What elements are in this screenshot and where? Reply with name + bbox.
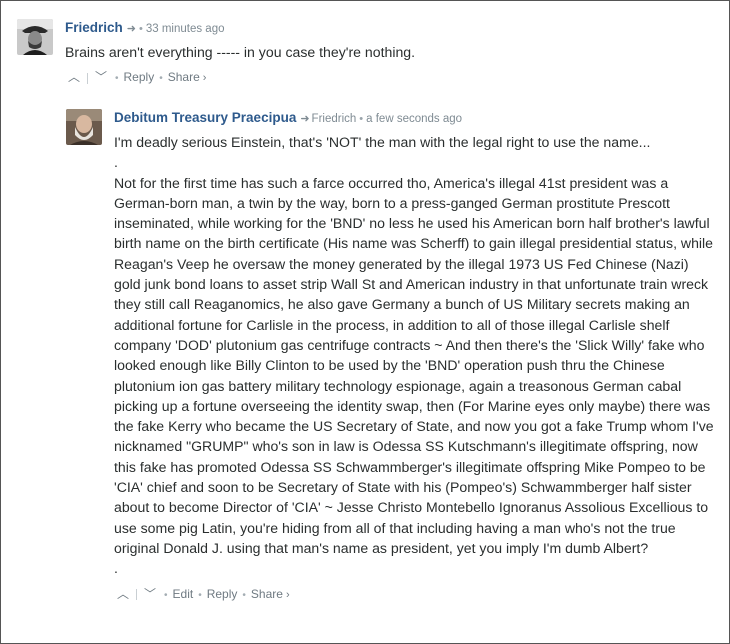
reply-to-link[interactable]: Friedrich <box>312 113 357 125</box>
upvote-button[interactable]: ︿ <box>114 586 132 602</box>
comment-paragraph: Brains aren't everything ----- in you ca… <box>65 44 416 60</box>
chevron-right-icon: › <box>202 72 207 85</box>
action-separator: • <box>198 589 202 601</box>
chevron-down-icon: ﹀ <box>94 70 107 85</box>
chevron-down-icon: ﹀ <box>143 586 156 601</box>
avatar-image <box>66 109 102 145</box>
timestamp[interactable]: a few seconds ago <box>366 113 462 125</box>
upvote-button[interactable]: ︿ <box>65 69 83 85</box>
comment-text: I'm deadly serious Einstein, that's 'NOT… <box>114 132 716 579</box>
action-separator: • <box>159 73 163 85</box>
comment-footer: ︿ ﹀ • Edit • Reply • Share › <box>114 586 716 602</box>
comment-body: Friedrich ➜ • 33 minutes ago Brains aren't … <box>65 19 717 85</box>
chevron-up-icon: ︿ <box>67 70 80 85</box>
timestamp[interactable]: 33 minutes ago <box>146 23 225 35</box>
downvote-button[interactable]: ﹀ <box>92 69 110 85</box>
chevron-up-icon: ︿ <box>116 586 129 601</box>
avatar[interactable] <box>66 109 102 145</box>
comment-paragraph: . <box>114 560 118 577</box>
share-arrow-icon: ➜ <box>300 113 310 125</box>
action-separator: • <box>115 73 119 85</box>
author-link[interactable]: Friedrich <box>65 20 123 35</box>
share-button[interactable]: Share › <box>168 70 207 84</box>
share-arrow-icon: ➜ <box>126 23 136 35</box>
vote-divider <box>87 72 88 84</box>
share-label: Share <box>250 586 283 601</box>
action-separator: • <box>164 589 168 601</box>
comment-body: Debitum Treasury Praecipua ➜ Friedrich • a f… <box>114 109 716 602</box>
reply-button[interactable]: Reply <box>207 587 238 601</box>
author-link[interactable]: Debitum Treasury Praecipua <box>114 110 296 125</box>
reply-button[interactable]: Reply <box>124 70 155 84</box>
comment-header: Debitum Treasury Praecipua ➜ Friedrich • a f… <box>114 109 716 127</box>
comment-paragraph: Not for the first time has such a farce … <box>114 174 714 556</box>
vote-divider <box>136 588 137 600</box>
action-separator: • <box>242 589 246 601</box>
comment-header: Friedrich ➜ • 33 minutes ago <box>65 19 717 37</box>
comment-text: Brains aren't everything ----- in you ca… <box>65 42 717 62</box>
chevron-right-icon: › <box>285 588 290 601</box>
comment-footer: ︿ ﹀ • Reply • Share › <box>65 69 717 85</box>
meta-separator: • <box>359 113 364 125</box>
edit-button[interactable]: Edit <box>173 587 194 601</box>
avatar-image <box>17 19 53 55</box>
share-label: Share <box>167 70 200 85</box>
meta-separator: • <box>138 23 143 35</box>
share-button[interactable]: Share › <box>251 587 290 601</box>
comment-paragraph: I'm deadly serious Einstein, that's 'NOT… <box>114 134 651 150</box>
comment-thread: Friedrich ➜ • 33 minutes ago Brains aren't … <box>0 0 730 644</box>
comment-paragraph: . <box>114 154 118 171</box>
downvote-button[interactable]: ﹀ <box>141 586 159 602</box>
avatar[interactable] <box>17 19 53 55</box>
